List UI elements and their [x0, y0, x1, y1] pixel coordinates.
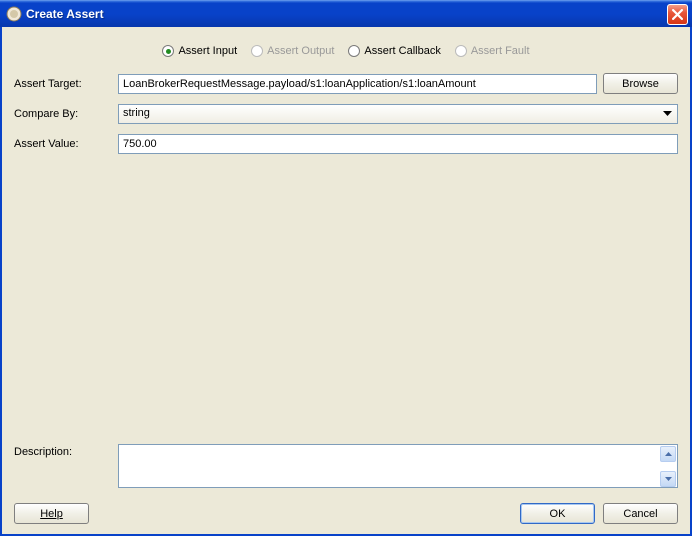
button-bar: Help OK Cancel [14, 499, 678, 524]
description-row: Description: [14, 444, 678, 491]
radio-label: Assert Output [267, 45, 334, 57]
assert-value-row: Assert Value: [14, 134, 678, 154]
radio-label: Assert Fault [471, 45, 530, 57]
compare-by-select[interactable]: string [118, 104, 678, 124]
radio-label: Assert Callback [364, 45, 440, 57]
radio-icon [348, 45, 360, 57]
help-button[interactable]: Help [14, 503, 89, 524]
radio-icon [162, 45, 174, 57]
compare-by-row: Compare By: string [14, 104, 678, 124]
app-icon [6, 6, 22, 22]
close-button[interactable] [667, 4, 688, 25]
radio-label: Assert Input [178, 45, 237, 57]
browse-button[interactable]: Browse [603, 73, 678, 94]
assert-target-row: Assert Target: Browse [14, 73, 678, 94]
description-label: Description: [14, 444, 112, 458]
assert-type-radio-group: Assert Input Assert Output Assert Callba… [14, 37, 678, 73]
assert-value-input[interactable] [118, 134, 678, 154]
radio-icon [455, 45, 467, 57]
assert-target-label: Assert Target: [14, 78, 112, 90]
assert-target-input[interactable] [118, 74, 597, 94]
radio-icon [251, 45, 263, 57]
radio-assert-callback[interactable]: Assert Callback [348, 45, 440, 57]
dialog-content: Assert Input Assert Output Assert Callba… [0, 27, 692, 536]
cancel-button[interactable]: Cancel [603, 503, 678, 524]
spacer [14, 164, 678, 444]
radio-assert-output: Assert Output [251, 45, 334, 57]
radio-assert-input[interactable]: Assert Input [162, 45, 237, 57]
title-bar: Create Assert [0, 0, 692, 27]
window-title: Create Assert [26, 7, 667, 21]
assert-value-label: Assert Value: [14, 138, 112, 150]
close-icon [672, 9, 683, 20]
ok-button[interactable]: OK [520, 503, 595, 524]
radio-assert-fault: Assert Fault [455, 45, 530, 57]
compare-by-label: Compare By: [14, 108, 112, 120]
description-textarea[interactable] [118, 444, 678, 488]
